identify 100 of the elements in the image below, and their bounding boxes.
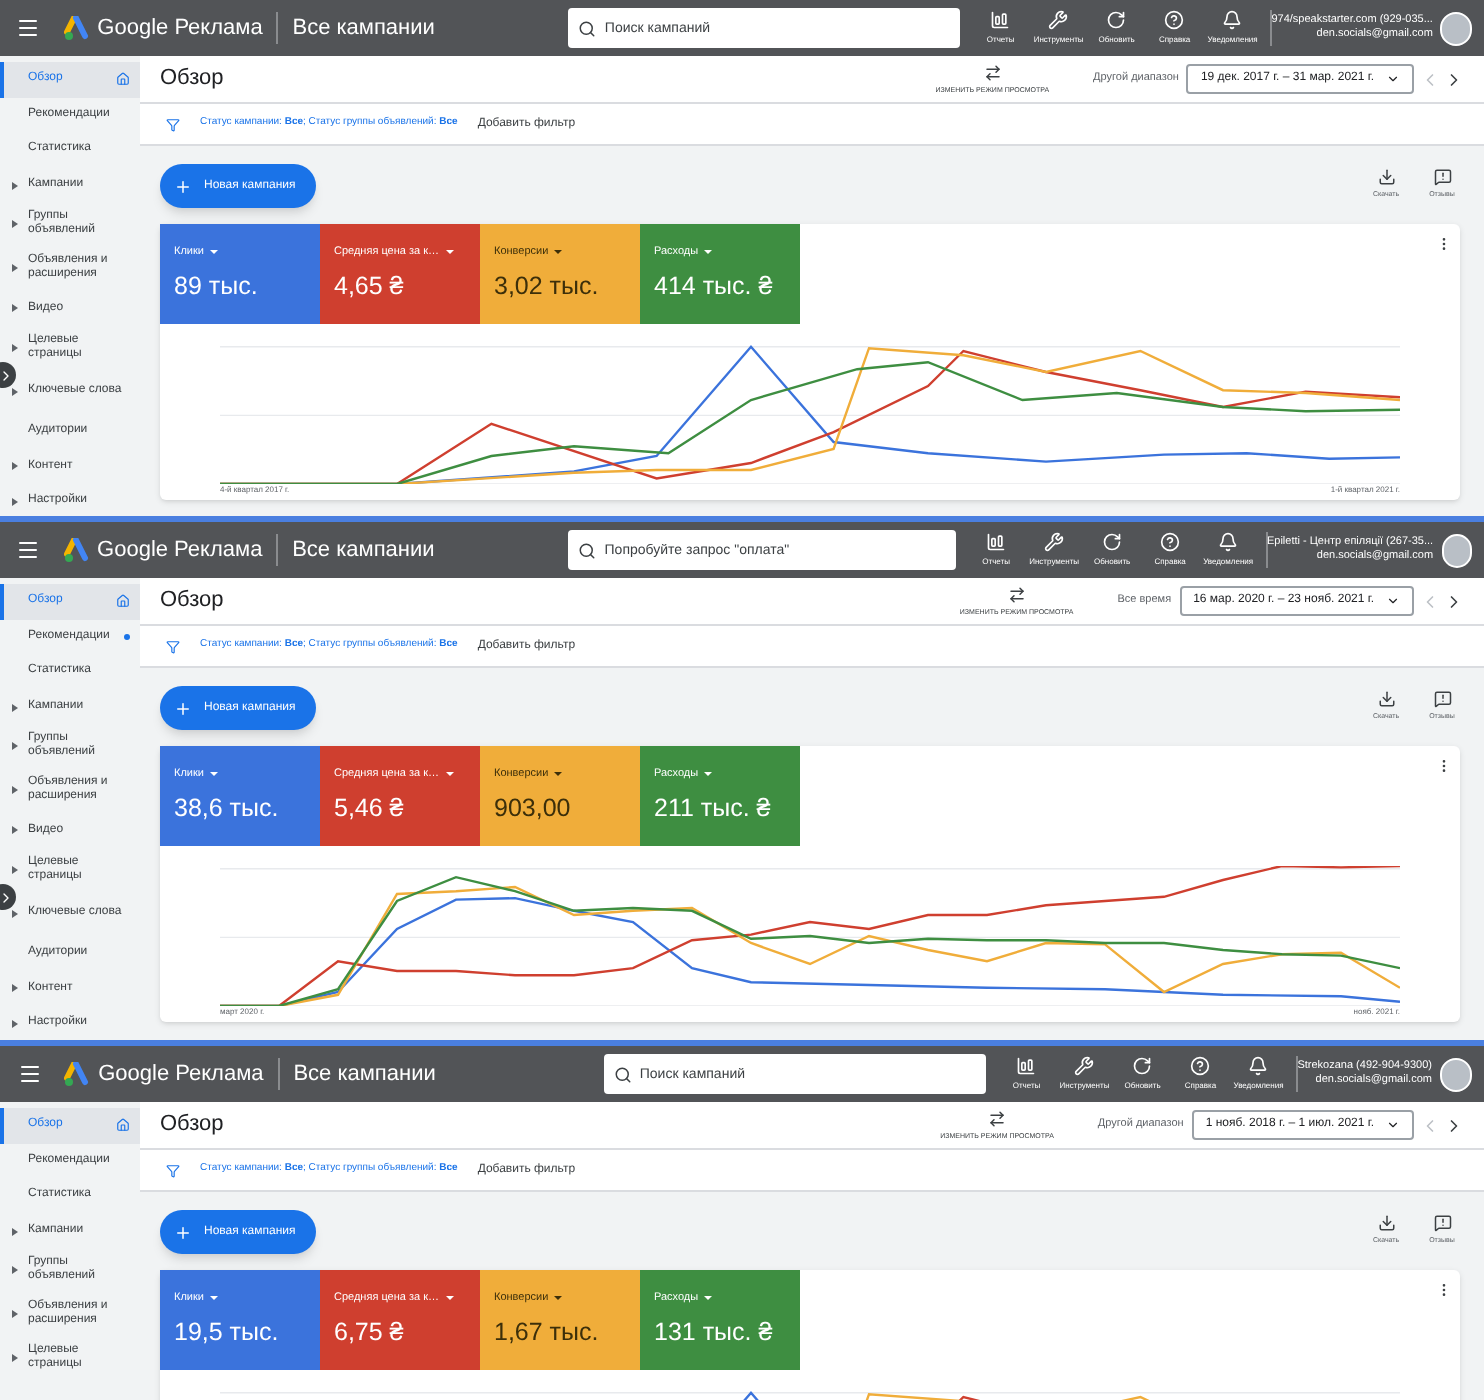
dropdown-caret-icon xyxy=(704,250,713,255)
expand-caret-icon xyxy=(12,497,18,506)
home-icon xyxy=(116,72,130,87)
expand-caret-icon xyxy=(12,742,18,751)
expand-caret-icon xyxy=(12,343,18,352)
dropdown-caret-icon xyxy=(704,772,713,777)
section-title: Все кампании xyxy=(293,1059,436,1090)
reports-icon xyxy=(1016,1056,1037,1076)
help-icon xyxy=(1164,10,1185,30)
plus-icon xyxy=(174,177,192,195)
filter-icon xyxy=(166,1163,180,1177)
section-title: Все кампании xyxy=(292,13,435,44)
logo-icon xyxy=(63,537,92,563)
dropdown-caret-icon xyxy=(554,772,563,777)
expand-caret-icon xyxy=(12,1266,18,1275)
page-title: Обзор xyxy=(160,64,224,95)
chevron-right-icon xyxy=(0,889,14,905)
expand-caret-icon xyxy=(12,826,18,835)
metric-value: 903,00 xyxy=(494,792,573,827)
plus-icon xyxy=(174,1223,192,1241)
refresh-icon xyxy=(1106,10,1127,30)
metric-value: 131 тыс. ₴ xyxy=(654,1316,775,1351)
menu-button[interactable] xyxy=(16,536,42,564)
page-title: Обзор xyxy=(160,1110,224,1141)
swap-arrows-icon xyxy=(988,1109,1006,1127)
section-title: Все кампании xyxy=(292,535,435,566)
menu-button[interactable] xyxy=(16,14,42,42)
metric-value: 89 тыс. xyxy=(174,270,260,305)
expand-caret-icon xyxy=(12,181,18,190)
menu-button[interactable] xyxy=(16,1060,43,1088)
avatar[interactable] xyxy=(1439,1057,1472,1091)
search-icon xyxy=(578,19,597,37)
download-icon xyxy=(1377,1214,1395,1232)
expand-caret-icon xyxy=(12,1310,18,1319)
help-icon xyxy=(1160,532,1181,552)
page-title: Обзор xyxy=(160,586,224,617)
download-icon xyxy=(1377,690,1395,708)
feedback-icon xyxy=(1433,1214,1451,1232)
dropdown-caret-icon xyxy=(209,250,218,255)
expand-caret-icon xyxy=(12,1019,18,1028)
avatar[interactable] xyxy=(1440,11,1472,45)
refresh-icon xyxy=(1132,1056,1153,1076)
expand-caret-icon xyxy=(12,304,18,313)
dropdown-caret-icon xyxy=(209,772,218,777)
expand-caret-icon xyxy=(12,909,18,918)
chevron-right-icon xyxy=(0,367,14,383)
bell-icon xyxy=(1218,532,1239,552)
dropdown-caret-icon xyxy=(1386,1118,1400,1132)
dropdown-caret-icon xyxy=(554,1296,563,1301)
expand-caret-icon xyxy=(12,865,18,874)
menu-icon xyxy=(16,16,41,40)
dropdown-caret-icon xyxy=(554,250,563,255)
metric-value: 19,5 тыс. xyxy=(174,1316,281,1351)
dropdown-caret-icon xyxy=(209,1296,218,1301)
metric-value: 4,65 ₴ xyxy=(334,270,406,305)
logo-icon xyxy=(63,15,92,41)
expand-caret-icon xyxy=(12,387,18,396)
bell-icon xyxy=(1248,1056,1269,1076)
expand-caret-icon xyxy=(12,1354,18,1363)
bell-icon xyxy=(1222,10,1243,30)
dropdown-caret-icon xyxy=(445,772,453,777)
metric-value: 38,6 тыс. xyxy=(174,792,281,827)
metric-value: 6,75 ₴ xyxy=(334,1316,406,1351)
help-icon xyxy=(1190,1056,1211,1076)
expand-caret-icon xyxy=(12,703,18,712)
home-icon xyxy=(116,1118,130,1133)
brand-name: Google Реклама xyxy=(97,13,263,44)
menu-icon xyxy=(16,538,41,562)
expand-caret-icon xyxy=(12,462,18,471)
search-icon xyxy=(613,1065,632,1083)
search-icon xyxy=(578,541,597,559)
feedback-icon xyxy=(1433,168,1451,186)
refresh-icon xyxy=(1102,532,1123,552)
plus-icon xyxy=(174,699,192,717)
swap-arrows-icon xyxy=(1007,585,1026,603)
feedback-icon xyxy=(1433,690,1451,708)
brand-name: Google Реклама xyxy=(98,1059,264,1090)
expand-caret-icon xyxy=(12,220,18,229)
expand-caret-icon xyxy=(12,984,18,993)
metric-value: 3,02 тыс. xyxy=(494,270,601,305)
menu-icon xyxy=(17,1062,42,1086)
wrench-icon xyxy=(1074,1056,1095,1076)
filter-icon xyxy=(166,639,180,653)
metric-value: 5,46 ₴ xyxy=(334,792,406,827)
expand-caret-icon xyxy=(12,1227,18,1236)
download-icon xyxy=(1377,168,1395,186)
dropdown-caret-icon xyxy=(445,250,453,255)
home-icon xyxy=(116,594,130,609)
metric-value: 1,67 тыс. xyxy=(494,1316,601,1351)
avatar[interactable] xyxy=(1441,533,1472,567)
metric-value: 414 тыс. ₴ xyxy=(654,270,775,305)
reports-icon xyxy=(990,10,1011,30)
metric-value: 211 тыс. ₴ xyxy=(654,792,773,827)
reports-icon xyxy=(986,532,1007,552)
logo-icon xyxy=(64,1061,93,1087)
filter-icon xyxy=(166,117,180,131)
wrench-icon xyxy=(1044,532,1065,552)
dropdown-caret-icon xyxy=(704,1296,713,1301)
dropdown-caret-icon xyxy=(445,1296,453,1301)
expand-caret-icon xyxy=(12,786,18,795)
